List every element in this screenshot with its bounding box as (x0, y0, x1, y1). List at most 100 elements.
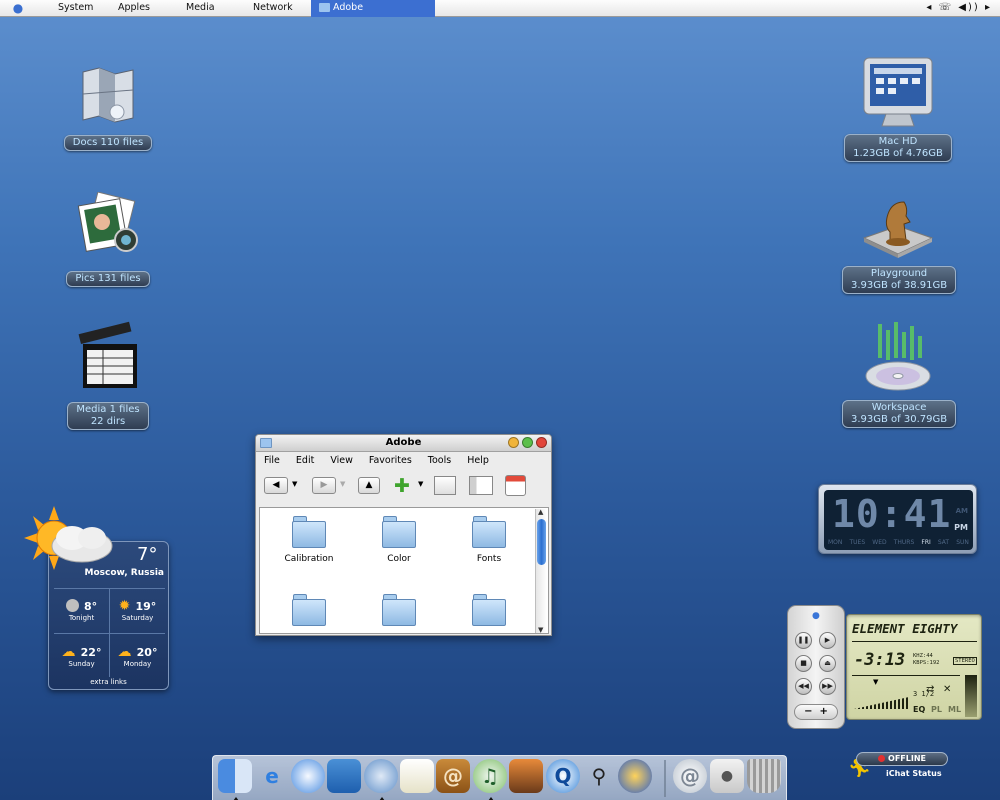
back-history-dropdown[interactable]: ▼ (292, 480, 297, 488)
pause-button[interactable]: ❚❚ (795, 632, 812, 649)
menu-apples[interactable]: Apples (118, 2, 150, 13)
desktop-icon-workspace[interactable]: Workspace 3.93GB of 30.79GB (842, 318, 957, 428)
day-label: SAT (937, 539, 950, 546)
close-button[interactable] (536, 437, 547, 448)
folder-list: Calibration Color Fonts ▲ ▼ (259, 507, 549, 634)
forecast-tonight: 8° Tonight (54, 595, 109, 622)
play-button[interactable]: ▶ (819, 632, 836, 649)
tools-icon[interactable]: ✕ (943, 684, 951, 695)
label-line-1: Playground (870, 268, 928, 279)
safari-icon[interactable] (291, 759, 325, 793)
seek-position-marker[interactable]: ▼ (873, 678, 878, 686)
scroll-down-arrow[interactable]: ▼ (538, 626, 543, 634)
menu-system[interactable]: System (58, 2, 93, 13)
plugin-dropdown[interactable]: ▼ (418, 480, 423, 488)
system-prefs-icon[interactable]: ● (710, 759, 744, 793)
menu-view[interactable]: View (330, 455, 353, 468)
clock-widget[interactable]: 10:41 AM PM MON TUES WED THURS FRI SAT S… (818, 484, 977, 554)
vertical-scrollbar[interactable]: ▲ ▼ (535, 508, 547, 634)
finder-icon[interactable] (218, 759, 252, 800)
menu-help[interactable]: Help (467, 455, 489, 468)
itunes-icon[interactable]: ♫ (473, 759, 507, 800)
ichat-icon[interactable] (364, 759, 398, 800)
menu-tools[interactable]: Tools (428, 455, 451, 468)
puzzle-plugin-icon[interactable]: ✚ (394, 475, 410, 497)
minimize-button[interactable] (508, 437, 519, 448)
quicktime-icon[interactable]: Q (546, 759, 580, 793)
scroll-thumb[interactable] (537, 519, 546, 565)
media-library-button[interactable]: ML (948, 705, 961, 714)
menu-network[interactable]: Network (253, 2, 293, 13)
zoom-button[interactable] (522, 437, 533, 448)
textedit-icon[interactable] (400, 759, 434, 793)
window-menu-bar: File Edit View Favorites Tools Help (256, 452, 551, 468)
display-icon (863, 57, 933, 127)
apple-menu-icon[interactable]: ● (11, 1, 25, 15)
desktop-icon-playground[interactable]: Playground 3.93GB of 38.91GB (842, 192, 957, 294)
iphoto-icon[interactable] (509, 759, 543, 793)
folder-item[interactable]: Fonts (454, 514, 524, 564)
ichat-status-widget[interactable]: 🏃︎ OFFLINE iChat Status (848, 752, 950, 782)
menu-edit[interactable]: Edit (296, 455, 314, 468)
menu-extras[interactable]: ◂ ☏ ◀)) ▸ (926, 2, 992, 13)
previous-button[interactable]: ◀◀ (795, 678, 812, 695)
desktop-icon-pics[interactable]: Pics 131 files (52, 191, 164, 287)
desktop-icon-label: Pics 131 files (66, 271, 150, 287)
back-button[interactable]: ◀ (264, 477, 288, 494)
scroll-up-arrow[interactable]: ▲ (538, 508, 543, 516)
folder-item[interactable]: Color (364, 514, 434, 564)
player-remote: ● ❚❚ ▶ ■ ⏏ ◀◀ ▶▶ − + (787, 605, 845, 729)
panel-view-icon[interactable] (469, 476, 493, 495)
forward-history-dropdown[interactable]: ▼ (340, 480, 345, 488)
desktop-icon-label: Workspace 3.93GB of 30.79GB (842, 400, 957, 428)
mail-icon[interactable]: @ (673, 759, 707, 793)
level-meter (965, 675, 977, 717)
label-line-1: Workspace (871, 402, 927, 413)
new-window-icon[interactable] (434, 476, 456, 495)
volume-control[interactable]: − + (794, 704, 838, 720)
clock-pm: PM (954, 523, 968, 532)
menu-file[interactable]: File (264, 455, 280, 468)
eject-button[interactable]: ⏏ (819, 655, 836, 672)
repeat-icon[interactable]: ⇄ (926, 684, 934, 695)
forecast-grid: 8° Tonight ✹ 19° Saturday ☁ 22° Sunday ☁… (54, 588, 165, 679)
extra-links[interactable]: extra links (49, 678, 168, 686)
forward-button[interactable]: ▶ (312, 477, 336, 494)
internet-explorer-icon[interactable]: e (255, 759, 289, 793)
up-folder-button[interactable]: ▲ (358, 477, 380, 494)
desktop-icon-media[interactable]: Media 1 files 22 dirs (52, 320, 164, 430)
address-book-icon[interactable]: @ (436, 759, 470, 793)
status-pill[interactable]: OFFLINE (856, 752, 948, 766)
music-player-widget[interactable]: ● ❚❚ ▶ ■ ⏏ ◀◀ ▶▶ − + ELEMENT EIGHTY -3:1… (787, 605, 984, 729)
folder-item[interactable] (454, 592, 524, 626)
menu-favorites[interactable]: Favorites (369, 455, 412, 468)
matrix-disc-icon (865, 322, 931, 391)
finder-window[interactable]: Adobe File Edit View Favorites Tools Hel… (255, 434, 552, 636)
sun-icon: ✹ (118, 598, 131, 614)
folder-icon (471, 514, 507, 548)
desktop-icon-docs[interactable]: Docs 110 files (52, 64, 164, 151)
sherlock-icon[interactable]: ⚲ (582, 759, 616, 793)
menu-media[interactable]: Media (186, 2, 215, 13)
calendar-clock-icon[interactable] (505, 475, 526, 496)
desktop-icon-mac-hd[interactable]: Mac HD 1.23GB of 4.76GB (842, 54, 954, 162)
label-line-1: Mac HD (878, 136, 918, 147)
folder-icon (381, 592, 417, 626)
firefox-icon[interactable] (618, 759, 652, 793)
menu-adobe-active[interactable]: Adobe (311, 0, 435, 17)
playlist-button[interactable]: PL (931, 705, 942, 714)
folder-label: Color (387, 554, 411, 564)
dock-separator (664, 760, 666, 797)
folder-label: Fonts (476, 554, 502, 564)
folder-item[interactable] (364, 592, 434, 626)
folder-item[interactable]: Calibration (274, 514, 344, 564)
window-title-bar[interactable]: Adobe (256, 435, 551, 452)
seek-bar[interactable] (852, 675, 960, 676)
eq-button[interactable]: EQ (913, 705, 925, 714)
trash-icon[interactable] (747, 759, 781, 793)
next-button[interactable]: ▶▶ (819, 678, 836, 695)
status-text: OFFLINE (888, 754, 926, 763)
folder-item[interactable] (274, 592, 344, 626)
image-capture-icon[interactable] (327, 759, 361, 793)
stop-button[interactable]: ■ (795, 655, 812, 672)
